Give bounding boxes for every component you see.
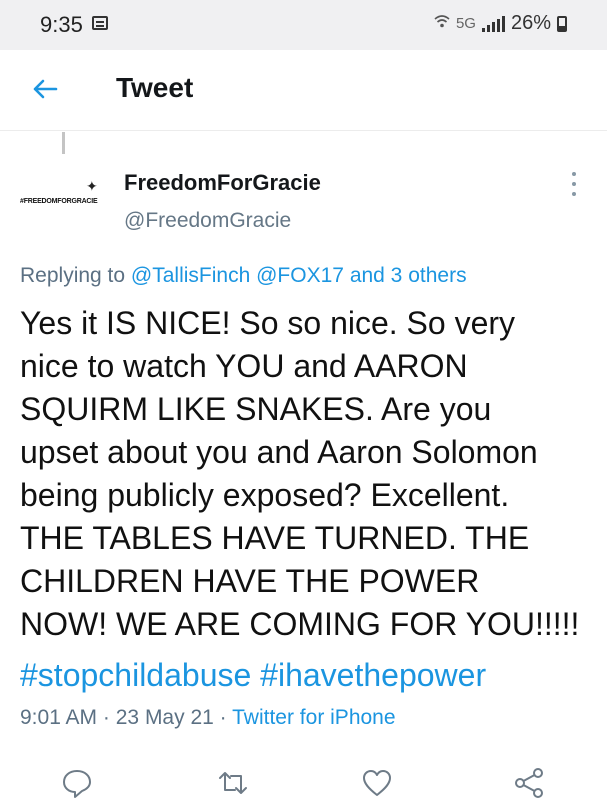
like-icon[interactable] xyxy=(360,766,394,800)
avatar-logo-text: #FREEDOMFORGRACIE xyxy=(20,198,98,205)
status-indicators: 5G 26% xyxy=(434,12,567,35)
replying-prefix: Replying to xyxy=(20,264,126,287)
tweet-text-line: NOW! WE ARE COMING FOR YOU!!!!! xyxy=(20,606,580,642)
replying-to: Replying to @TallisFinch @FOX17 and 3 ot… xyxy=(20,264,467,288)
tweet-text-line: nice to watch YOU and AARON xyxy=(20,348,468,384)
avatar[interactable]: ✦ #FREEDOMFORGRACIE xyxy=(16,170,108,236)
tweet-date: 23 May 21 xyxy=(115,706,214,729)
tweet-header: Tweet xyxy=(0,50,607,131)
signal-icon xyxy=(481,15,505,32)
meta-separator: · xyxy=(219,706,227,729)
status-time: 9:35 xyxy=(40,12,83,37)
battery-icon xyxy=(557,15,567,32)
retweet-icon[interactable] xyxy=(216,766,250,800)
hashtag-line: #stopchildabuse #ihavethepower xyxy=(20,654,486,697)
tweet-text-line: CHILDREN HAVE THE POWER xyxy=(20,563,480,599)
tweet-text-line: THE TABLES HAVE TURNED. THE xyxy=(20,520,530,556)
battery-level: 26% xyxy=(510,12,551,34)
tweet-text-line: upset about you and Aaron Solomon xyxy=(20,434,538,470)
network-type: 5G xyxy=(455,15,476,32)
tweet-text-line: SQUIRM LIKE SNAKES. Are you xyxy=(20,391,492,427)
author-handle[interactable]: @FreedomGracie xyxy=(124,209,291,233)
replying-others-link[interactable]: and 3 others xyxy=(350,264,467,287)
tweet-text: Yes it IS NICE! So so nice. So very nice… xyxy=(20,302,600,646)
more-options-icon[interactable] xyxy=(570,172,578,196)
tweet-text-line: being publicly exposed? Excellent. xyxy=(20,477,510,513)
meta-separator: · xyxy=(102,706,110,729)
share-icon[interactable] xyxy=(512,766,546,800)
mention-link[interactable]: @FOX17 xyxy=(256,264,344,287)
back-arrow-icon[interactable] xyxy=(28,72,62,106)
tweet-source-link[interactable]: Twitter for iPhone xyxy=(232,706,395,729)
tweet-time: 9:01 AM xyxy=(20,706,98,729)
message-notification-icon xyxy=(92,16,108,30)
hashtag-link[interactable]: #stopchildabuse xyxy=(20,657,251,693)
sparkle-icon: ✦ xyxy=(86,178,98,194)
page-title: Tweet xyxy=(116,72,194,103)
status-bar: 9:35 5G 26% xyxy=(0,0,607,50)
hashtag-link[interactable]: #ihavethepower xyxy=(260,657,486,693)
author-display-name[interactable]: FreedomForGracie xyxy=(124,170,321,196)
mention-link[interactable]: @TallisFinch xyxy=(131,264,250,287)
tweet-action-bar xyxy=(0,762,607,809)
thread-connector-line xyxy=(62,132,65,154)
reply-icon[interactable] xyxy=(60,766,94,800)
tweet-meta: 9:01 AM · 23 May 21 · Twitter for iPhone xyxy=(20,706,396,730)
wifi-icon xyxy=(434,12,450,35)
tweet-text-line: Yes it IS NICE! So so nice. So very xyxy=(20,305,516,341)
